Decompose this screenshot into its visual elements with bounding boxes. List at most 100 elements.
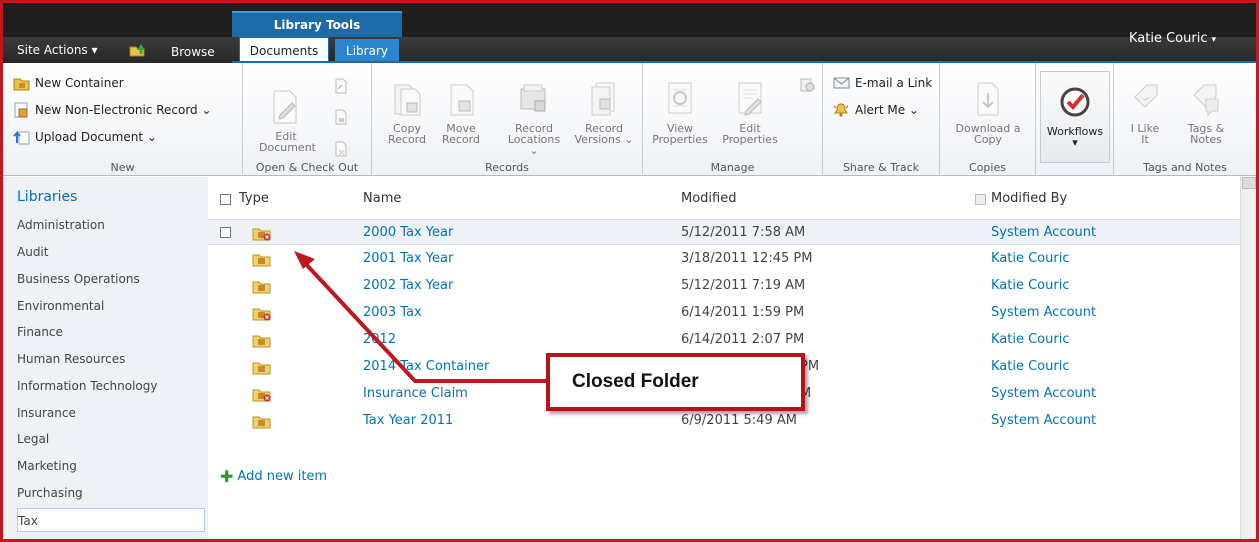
row-modified: 6/14/2011 1:59 PM bbox=[681, 305, 805, 320]
add-new-item-link[interactable]: ✚ Add new item bbox=[220, 467, 327, 486]
sidebar-item-business-operations[interactable]: Business Operations bbox=[17, 267, 203, 291]
open-folder-icon[interactable] bbox=[252, 413, 272, 429]
row-name-link[interactable]: 2002 Tax Year bbox=[363, 278, 453, 293]
scrollbar-up-arrow[interactable] bbox=[1242, 177, 1256, 189]
sidebar-item-purchasing[interactable]: Purchasing bbox=[17, 481, 203, 505]
table-row[interactable]: 2012 6/14/2011 2:07 PM Katie Couric bbox=[208, 327, 1248, 353]
record-locations-button[interactable]: Record Locations ⌄ bbox=[504, 81, 564, 156]
tab-documents[interactable]: Documents bbox=[239, 37, 329, 63]
row-name-link[interactable]: 2012 bbox=[363, 332, 396, 347]
group-label-tags-notes: Tags and Notes bbox=[1143, 161, 1227, 174]
view-properties-button[interactable]: View Properties bbox=[645, 81, 715, 145]
move-record-button[interactable]: Move Record bbox=[434, 81, 488, 145]
table-row[interactable]: 2000 Tax Year 5/12/2011 7:58 AM System A… bbox=[208, 219, 1248, 245]
row-modified: 3/18/2011 12:45 PM bbox=[681, 251, 813, 266]
view-properties-label-2: Properties bbox=[652, 133, 708, 146]
column-header-name[interactable]: Name bbox=[363, 191, 401, 206]
table-row[interactable]: 2001 Tax Year 3/18/2011 12:45 PM Katie C… bbox=[208, 246, 1248, 272]
tags-notes-button[interactable]: Tags & Notes bbox=[1176, 81, 1236, 145]
site-actions-menu[interactable]: Site Actions ▾ bbox=[17, 43, 98, 57]
row-checkbox[interactable] bbox=[220, 227, 231, 238]
row-modified-by[interactable]: System Account bbox=[991, 386, 1096, 401]
row-modified-by[interactable]: System Account bbox=[991, 413, 1096, 428]
open-folder-icon[interactable] bbox=[252, 278, 272, 294]
column-header-type[interactable]: Type bbox=[239, 191, 269, 206]
alert-me-label: Alert Me ⌄ bbox=[855, 103, 919, 117]
open-folder-icon[interactable] bbox=[252, 251, 272, 267]
row-name-link[interactable]: 2001 Tax Year bbox=[363, 251, 453, 266]
tab-library[interactable]: Library bbox=[335, 39, 399, 63]
sidebar-item-environmental[interactable]: Environmental bbox=[17, 294, 203, 318]
edit-document-button[interactable]: Edit Document bbox=[259, 89, 316, 154]
open-folder-icon[interactable] bbox=[252, 332, 272, 348]
row-name-link[interactable]: Tax Year 2011 bbox=[363, 413, 453, 428]
new-non-electronic-record-button[interactable]: New Non-Electronic Record ⌄ bbox=[13, 102, 212, 118]
closed-folder-callout: Closed Folder bbox=[546, 353, 805, 411]
closed-folder-icon[interactable] bbox=[252, 305, 272, 321]
sidebar-item-label: Marketing bbox=[17, 459, 77, 473]
check-in-icon bbox=[335, 109, 347, 125]
edit-properties-button[interactable]: Edit Properties bbox=[715, 81, 785, 145]
sidebar-item-administration[interactable]: Administration bbox=[17, 213, 203, 237]
sidebar-item-label: Tax bbox=[18, 514, 38, 528]
sidebar-item-tax[interactable]: Tax bbox=[17, 508, 205, 532]
record-locations-icon bbox=[520, 84, 546, 112]
navigate-up-icon[interactable] bbox=[128, 41, 146, 57]
closed-folder-icon[interactable] bbox=[252, 225, 272, 241]
modified-by-filter-checkbox[interactable] bbox=[975, 194, 986, 205]
table-row[interactable]: 2003 Tax 6/14/2011 1:59 PM System Accoun… bbox=[208, 300, 1248, 326]
column-header-modified[interactable]: Modified bbox=[681, 191, 736, 206]
browse-tab[interactable]: Browse bbox=[171, 45, 215, 59]
workflows-button[interactable]: Workflows ▾ bbox=[1040, 71, 1110, 163]
record-versions-button[interactable]: Record Versions ⌄ bbox=[571, 81, 637, 145]
row-modified-by[interactable]: Katie Couric bbox=[991, 278, 1069, 293]
sidebar-item-finance[interactable]: Finance bbox=[17, 320, 203, 344]
app-frame: Site Actions ▾ Browse Library Tools Docu… bbox=[0, 0, 1259, 542]
sidebar-item-human-resources[interactable]: Human Resources bbox=[17, 347, 203, 371]
column-header-modified-by[interactable]: Modified By bbox=[991, 191, 1067, 206]
copy-record-button[interactable]: Copy Record bbox=[380, 81, 434, 145]
email-icon bbox=[833, 77, 850, 89]
user-menu[interactable]: Katie Couric ▾ bbox=[1129, 31, 1216, 46]
email-link-label: E-mail a Link bbox=[855, 76, 933, 90]
record-icon bbox=[14, 102, 28, 118]
download-copy-button[interactable]: Download a Copy bbox=[946, 81, 1030, 145]
vertical-scrollbar[interactable] bbox=[1240, 177, 1256, 539]
new-non-electronic-record-label: New Non-Electronic Record ⌄ bbox=[35, 103, 212, 117]
row-modified-by[interactable]: System Account bbox=[991, 225, 1096, 240]
sidebar-item-information-technology[interactable]: Information Technology bbox=[17, 374, 203, 398]
sidebar-item-marketing[interactable]: Marketing bbox=[17, 454, 203, 478]
row-modified-by[interactable]: System Account bbox=[991, 305, 1096, 320]
group-label-share-track: Share & Track bbox=[842, 161, 920, 174]
row-modified-by[interactable]: Katie Couric bbox=[991, 332, 1069, 347]
user-name: Katie Couric bbox=[1128, 31, 1208, 46]
chevron-down-icon: ▾ bbox=[1211, 35, 1216, 45]
sidebar-item-label: Insurance bbox=[17, 406, 76, 420]
table-row[interactable]: Tax Year 2011 6/9/2011 5:49 AM System Ac… bbox=[208, 408, 1248, 434]
row-modified-by[interactable]: Katie Couric bbox=[991, 251, 1069, 266]
edit-document-label-2: Document bbox=[259, 141, 316, 154]
closed-folder-icon[interactable] bbox=[252, 386, 272, 402]
new-container-button[interactable]: New Container bbox=[13, 75, 124, 91]
sidebar-item-audit[interactable]: Audit bbox=[17, 240, 203, 264]
row-name-link[interactable]: 2003 Tax bbox=[363, 305, 422, 320]
alert-me-button[interactable]: Alert Me ⌄ bbox=[833, 102, 919, 118]
email-link-button[interactable]: E-mail a Link bbox=[833, 75, 932, 91]
row-name-link[interactable]: 2000 Tax Year bbox=[363, 225, 453, 240]
table-row[interactable]: 2002 Tax Year 5/12/2011 7:19 AM Katie Co… bbox=[208, 273, 1248, 299]
open-folder-icon[interactable] bbox=[252, 359, 272, 375]
row-modified-by[interactable]: Katie Couric bbox=[991, 359, 1069, 374]
sidebar-item-insurance[interactable]: Insurance bbox=[17, 401, 203, 425]
i-like-it-button[interactable]: I Like It bbox=[1120, 81, 1170, 145]
group-label-copies: Copies bbox=[969, 161, 1006, 174]
row-name-link[interactable]: 2014 Tax Container bbox=[363, 359, 489, 374]
like-tag-icon bbox=[1134, 84, 1158, 108]
sidebar-heading-libraries[interactable]: Libraries bbox=[17, 189, 77, 205]
sidebar-item-label: Environmental bbox=[17, 299, 105, 313]
sidebar-item-legal[interactable]: Legal bbox=[17, 427, 203, 451]
ribbon: New Container New Non-Electronic Record … bbox=[3, 63, 1256, 176]
row-name-link[interactable]: Insurance Claim bbox=[363, 386, 468, 401]
upload-document-button[interactable]: Upload Document ⌄ bbox=[13, 129, 157, 145]
select-all-checkbox[interactable] bbox=[220, 194, 231, 205]
edit-properties-icon bbox=[738, 82, 762, 116]
